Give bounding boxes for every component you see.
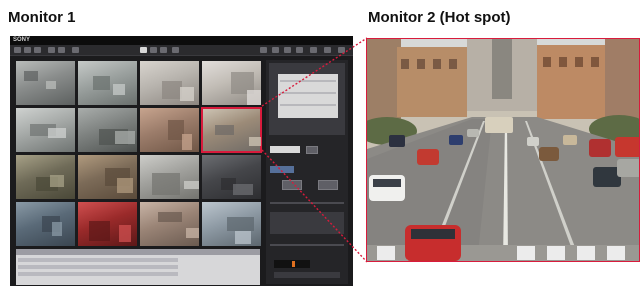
hotspot-callout-lines [261,37,368,263]
